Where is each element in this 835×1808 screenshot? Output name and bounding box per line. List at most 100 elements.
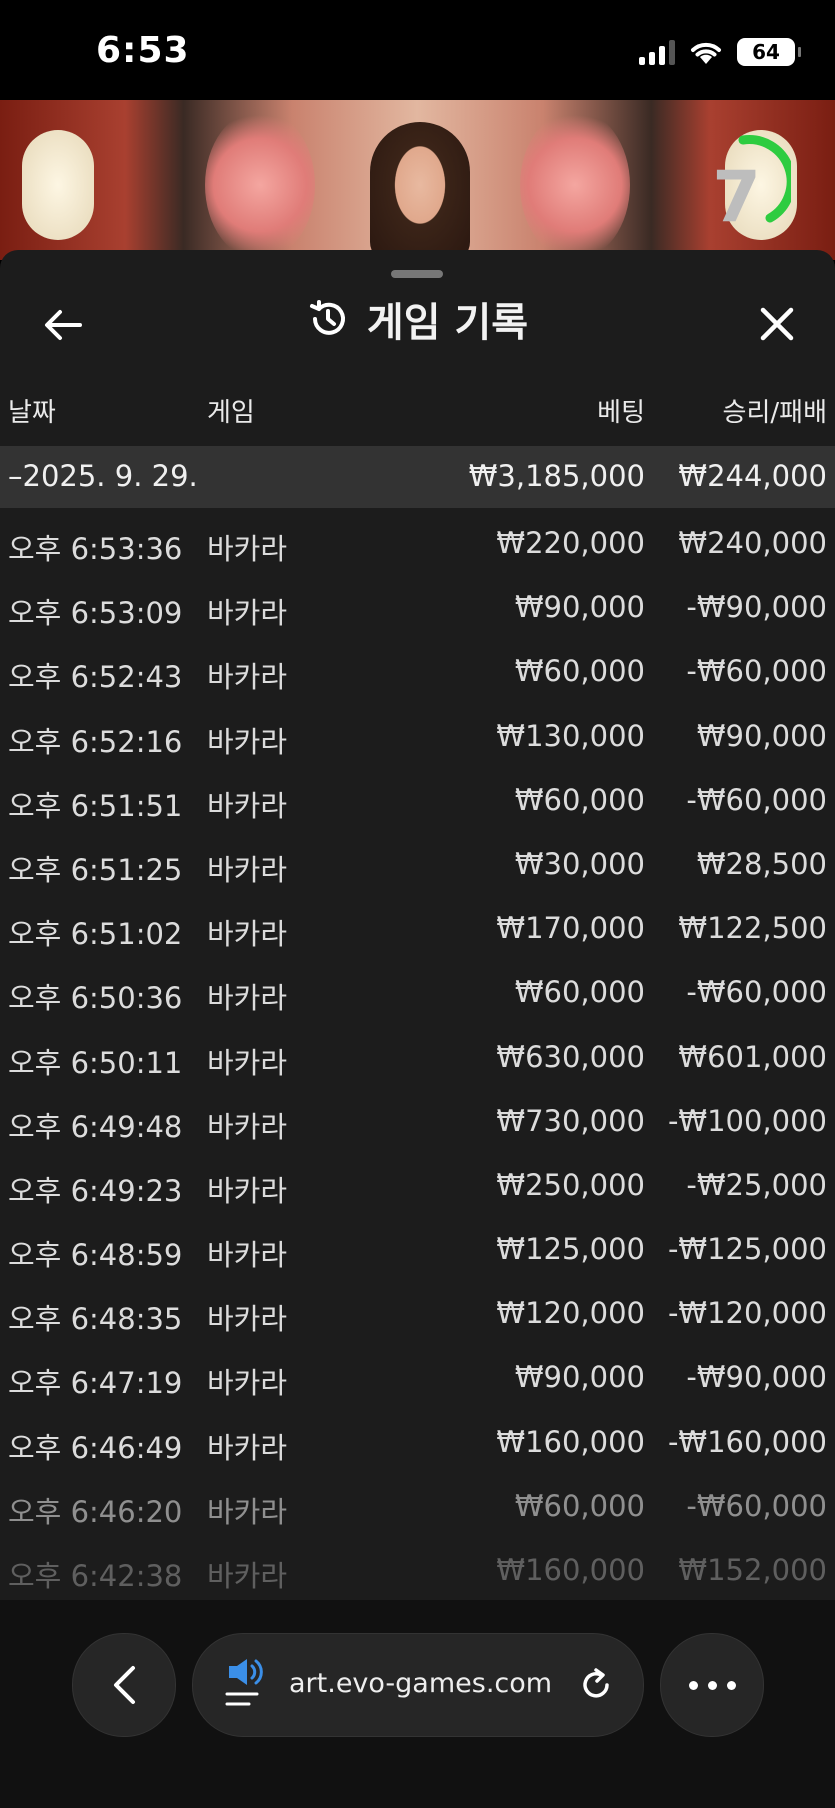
history-row[interactable]: 오후 6:52:43 바카라 ₩60,000 -₩60,000 bbox=[0, 640, 835, 704]
history-result: -₩100,000 bbox=[667, 1103, 827, 1138]
history-bet: ₩130,000 bbox=[496, 718, 645, 753]
history-list: 오후 6:53:36 바카라 ₩220,000 ₩240,000 오후 6:53:09 바… bbox=[0, 512, 835, 1600]
more-dot bbox=[726, 1680, 736, 1690]
url-text: art.evo-games.com bbox=[289, 1668, 553, 1699]
history-bet: ₩90,000 bbox=[514, 1360, 645, 1395]
history-game: 바카라 bbox=[207, 1238, 288, 1273]
history-time: 오후 6:42:38 bbox=[8, 1559, 183, 1593]
history-bet: ₩90,000 bbox=[514, 590, 645, 625]
history-row[interactable]: 오후 6:51:25 바카라 ₩30,000 ₩28,500 bbox=[0, 833, 835, 897]
history-time: 오후 6:51:51 bbox=[8, 788, 183, 823]
history-result: -₩60,000 bbox=[686, 782, 827, 817]
history-row[interactable]: 오후 6:53:09 바카라 ₩90,000 -₩90,000 bbox=[0, 576, 835, 640]
wifi-icon bbox=[691, 42, 721, 64]
history-time: 오후 6:46:20 bbox=[8, 1494, 183, 1529]
lantern-image bbox=[22, 130, 94, 240]
history-game: 바카라 bbox=[207, 788, 288, 823]
history-game: 바카라 bbox=[207, 852, 288, 887]
history-row[interactable]: 오후 6:51:51 바카라 ₩60,000 -₩60,000 bbox=[0, 769, 835, 833]
history-row[interactable]: 오후 6:48:35 바카라 ₩120,000 -₩120,000 bbox=[0, 1282, 835, 1346]
history-time: 오후 6:53:09 bbox=[8, 596, 183, 631]
history-result: -₩60,000 bbox=[686, 975, 827, 1010]
history-row[interactable]: 오후 6:51:02 바카라 ₩170,000 ₩122,500 bbox=[0, 897, 835, 961]
close-icon[interactable] bbox=[755, 302, 799, 346]
history-time: 오후 6:52:16 bbox=[8, 724, 183, 759]
browser-back-button[interactable] bbox=[72, 1633, 176, 1737]
history-result: ₩240,000 bbox=[678, 526, 827, 560]
history-time: 오후 6:49:48 bbox=[8, 1109, 183, 1144]
history-time: 오후 6:53:36 bbox=[8, 532, 183, 566]
column-header-bet: 베팅 bbox=[597, 398, 645, 428]
history-bet: ₩60,000 bbox=[514, 782, 645, 817]
status-time: 6:53 bbox=[96, 30, 190, 71]
history-row[interactable]: 오후 6:49:48 바카라 ₩730,000 -₩100,000 bbox=[0, 1090, 835, 1154]
history-bet: ₩170,000 bbox=[496, 911, 645, 946]
history-result: -₩90,000 bbox=[686, 1360, 827, 1395]
history-result: -₩25,000 bbox=[686, 1167, 827, 1202]
history-bet: ₩630,000 bbox=[496, 1039, 645, 1074]
browser-toolbar: art.evo-games.com bbox=[0, 1600, 835, 1808]
history-result: -₩90,000 bbox=[686, 590, 827, 625]
battery-level: 64 bbox=[752, 40, 780, 64]
history-result: -₩60,000 bbox=[686, 654, 827, 689]
more-dot bbox=[688, 1680, 698, 1690]
more-options-button[interactable] bbox=[660, 1633, 764, 1737]
date-summary-row[interactable]: –2025. 9. 29. ₩3,185,000 ₩244,000 bbox=[0, 446, 835, 508]
history-row[interactable]: 오후 6:46:20 바카라 ₩60,000 -₩60,000 bbox=[0, 1475, 835, 1539]
history-game: 바카라 bbox=[207, 532, 288, 566]
reload-icon[interactable] bbox=[577, 1666, 615, 1704]
battery-icon: 64 bbox=[737, 38, 801, 66]
history-time: 오후 6:51:25 bbox=[8, 852, 183, 887]
column-header-date: 날짜 bbox=[8, 398, 56, 428]
history-bet: ₩30,000 bbox=[514, 846, 645, 881]
history-bet: ₩160,000 bbox=[496, 1424, 645, 1459]
history-time: 오후 6:52:43 bbox=[8, 660, 183, 695]
status-bar: 6:53 64 bbox=[0, 0, 835, 100]
history-bet: ₩60,000 bbox=[514, 1488, 645, 1523]
history-row[interactable]: 오후 6:50:11 바카라 ₩630,000 ₩601,000 bbox=[0, 1026, 835, 1090]
table-header: 날짜 게임 베팅 승리/패배 bbox=[0, 380, 835, 436]
more-dot bbox=[707, 1680, 717, 1690]
panel-title: 게임 기록 bbox=[366, 300, 529, 346]
column-header-game: 게임 bbox=[207, 398, 255, 428]
history-row[interactable]: 오후 6:52:16 바카라 ₩130,000 ₩90,000 bbox=[0, 705, 835, 769]
history-game: 바카라 bbox=[207, 1430, 288, 1465]
history-time: 오후 6:50:11 bbox=[8, 1045, 183, 1080]
history-game: 바카라 bbox=[207, 1302, 288, 1337]
history-time: 오후 6:50:36 bbox=[8, 981, 183, 1016]
history-time: 오후 6:48:35 bbox=[8, 1302, 183, 1337]
game-history-panel: 게임 기록 날짜 게임 베팅 승리/패배 –2025. 9. 29. ₩3,18… bbox=[0, 250, 835, 1600]
history-result: ₩122,500 bbox=[678, 911, 827, 946]
panel-header: 게임 기록 bbox=[0, 290, 835, 348]
history-row[interactable]: 오후 6:50:36 바카라 ₩60,000 -₩60,000 bbox=[0, 961, 835, 1025]
history-bet: ₩60,000 bbox=[514, 975, 645, 1010]
history-game: 바카라 bbox=[207, 917, 288, 952]
history-row[interactable]: 오후 6:42:38 바카라 ₩160,000 ₩152,000 bbox=[0, 1539, 835, 1600]
history-game: 바카라 bbox=[207, 1559, 288, 1593]
address-bar[interactable]: art.evo-games.com bbox=[192, 1633, 644, 1737]
speaker-icon[interactable] bbox=[225, 1658, 265, 1710]
history-result: ₩90,000 bbox=[696, 718, 827, 753]
history-row[interactable]: 오후 6:53:36 바카라 ₩220,000 ₩240,000 bbox=[0, 512, 835, 576]
history-time: 오후 6:48:59 bbox=[8, 1238, 183, 1273]
history-bet: ₩160,000 bbox=[496, 1553, 645, 1587]
history-result: -₩60,000 bbox=[686, 1488, 827, 1523]
history-row[interactable]: 오후 6:47:19 바카라 ₩90,000 -₩90,000 bbox=[0, 1346, 835, 1410]
history-result: ₩28,500 bbox=[696, 846, 827, 881]
history-game: 바카라 bbox=[207, 660, 288, 695]
live-video-feed: 7 bbox=[0, 100, 835, 260]
history-bet: ₩730,000 bbox=[496, 1103, 645, 1138]
history-game: 바카라 bbox=[207, 981, 288, 1016]
history-time: 오후 6:49:23 bbox=[8, 1173, 183, 1208]
history-row[interactable]: 오후 6:49:23 바카라 ₩250,000 -₩25,000 bbox=[0, 1154, 835, 1218]
countdown-number: 7 bbox=[712, 156, 761, 238]
history-row[interactable]: 오후 6:46:49 바카라 ₩160,000 -₩160,000 bbox=[0, 1411, 835, 1475]
history-game: 바카라 bbox=[207, 1173, 288, 1208]
history-row[interactable]: 오후 6:48:59 바카라 ₩125,000 -₩125,000 bbox=[0, 1218, 835, 1282]
history-bet: ₩250,000 bbox=[496, 1167, 645, 1202]
cherry-blossom-image bbox=[520, 110, 630, 260]
drag-handle[interactable] bbox=[391, 270, 443, 278]
history-game: 바카라 bbox=[207, 1366, 288, 1401]
history-time: 오후 6:51:02 bbox=[8, 917, 183, 952]
history-game: 바카라 bbox=[207, 1494, 288, 1529]
